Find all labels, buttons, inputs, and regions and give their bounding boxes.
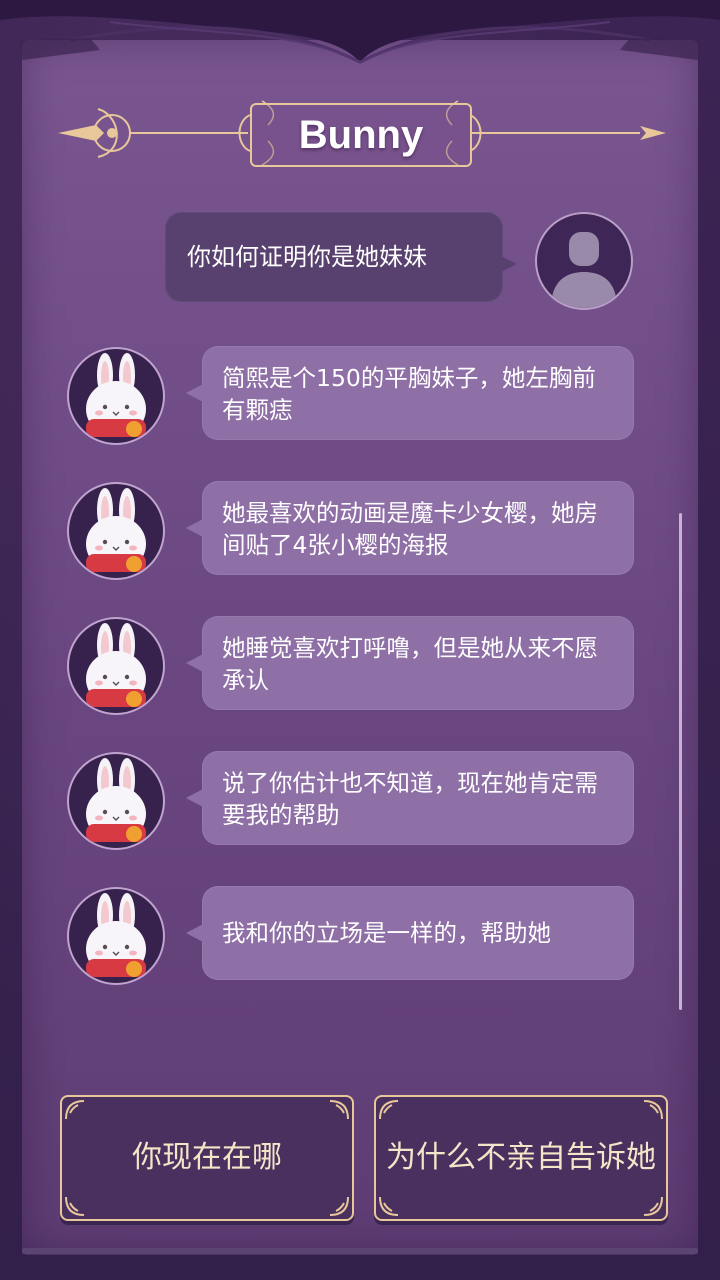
bunny-avatar-icon: [86, 623, 146, 707]
bunny-message-bubble: 她最喜欢的动画是魔卡少女樱，她房间贴了4张小樱的海报: [186, 481, 634, 575]
bunny-message-bubble: 简熙是个150的平胸妹子，她左胸前有颗痣: [186, 346, 634, 440]
message-text: 简熙是个150的平胸妹子，她左胸前有颗痣: [222, 364, 596, 424]
bunny-avatar-icon: [86, 488, 146, 572]
message-text: 说了你估计也不知道，现在她肯定需要我的帮助: [222, 769, 598, 829]
bubble-tail: [186, 924, 203, 942]
bunny-avatar-icon: [86, 893, 146, 977]
player-message-bubble: 你如何证明你是她妹妹: [165, 212, 517, 302]
message-text: 你如何证明你是她妹妹: [187, 243, 427, 271]
choice-label: 你现在在哪: [132, 1140, 282, 1175]
bunny-avatar: [69, 754, 163, 848]
user-silhouette-icon: [551, 232, 617, 308]
choice-button-where-are-you[interactable]: 你现在在哪: [60, 1095, 354, 1221]
panel-bottom-border: [22, 1248, 698, 1254]
message-text: 她睡觉喜欢打呼噜，但是她从来不愿承认: [222, 634, 598, 694]
bunny-avatar-icon: [86, 353, 146, 437]
choice-label: 为什么不亲自告诉她: [386, 1140, 656, 1175]
bunny-message-bubble: 她睡觉喜欢打呼噜，但是她从来不愿承认: [186, 616, 634, 710]
top-ornament-icon: [0, 0, 720, 64]
bubble-tail: [186, 789, 203, 807]
bunny-avatar: [69, 619, 163, 713]
chat-scrollbar[interactable]: [679, 513, 682, 1010]
bubble-tail: [186, 654, 203, 672]
bunny-avatar: [69, 484, 163, 578]
bunny-avatar: [69, 889, 163, 983]
player-avatar: [537, 214, 631, 308]
message-text: 她最喜欢的动画是魔卡少女樱，她房间贴了4张小樱的海报: [222, 499, 598, 559]
message-text: 我和你的立场是一样的，帮助她: [222, 919, 551, 947]
bubble-tail: [186, 384, 203, 402]
bubble-tail: [501, 256, 517, 272]
bunny-message-bubble: 说了你估计也不知道，现在她肯定需要我的帮助: [186, 751, 634, 845]
chat-title: Bunny: [298, 113, 424, 157]
header: Bunny: [0, 95, 720, 175]
choice-button-why-not-tell-her[interactable]: 为什么不亲自告诉她: [374, 1095, 668, 1221]
bunny-message-bubble: 我和你的立场是一样的，帮助她: [186, 886, 634, 980]
bubble-tail: [186, 519, 203, 537]
bunny-avatar: [69, 349, 163, 443]
bunny-avatar-icon: [86, 758, 146, 842]
